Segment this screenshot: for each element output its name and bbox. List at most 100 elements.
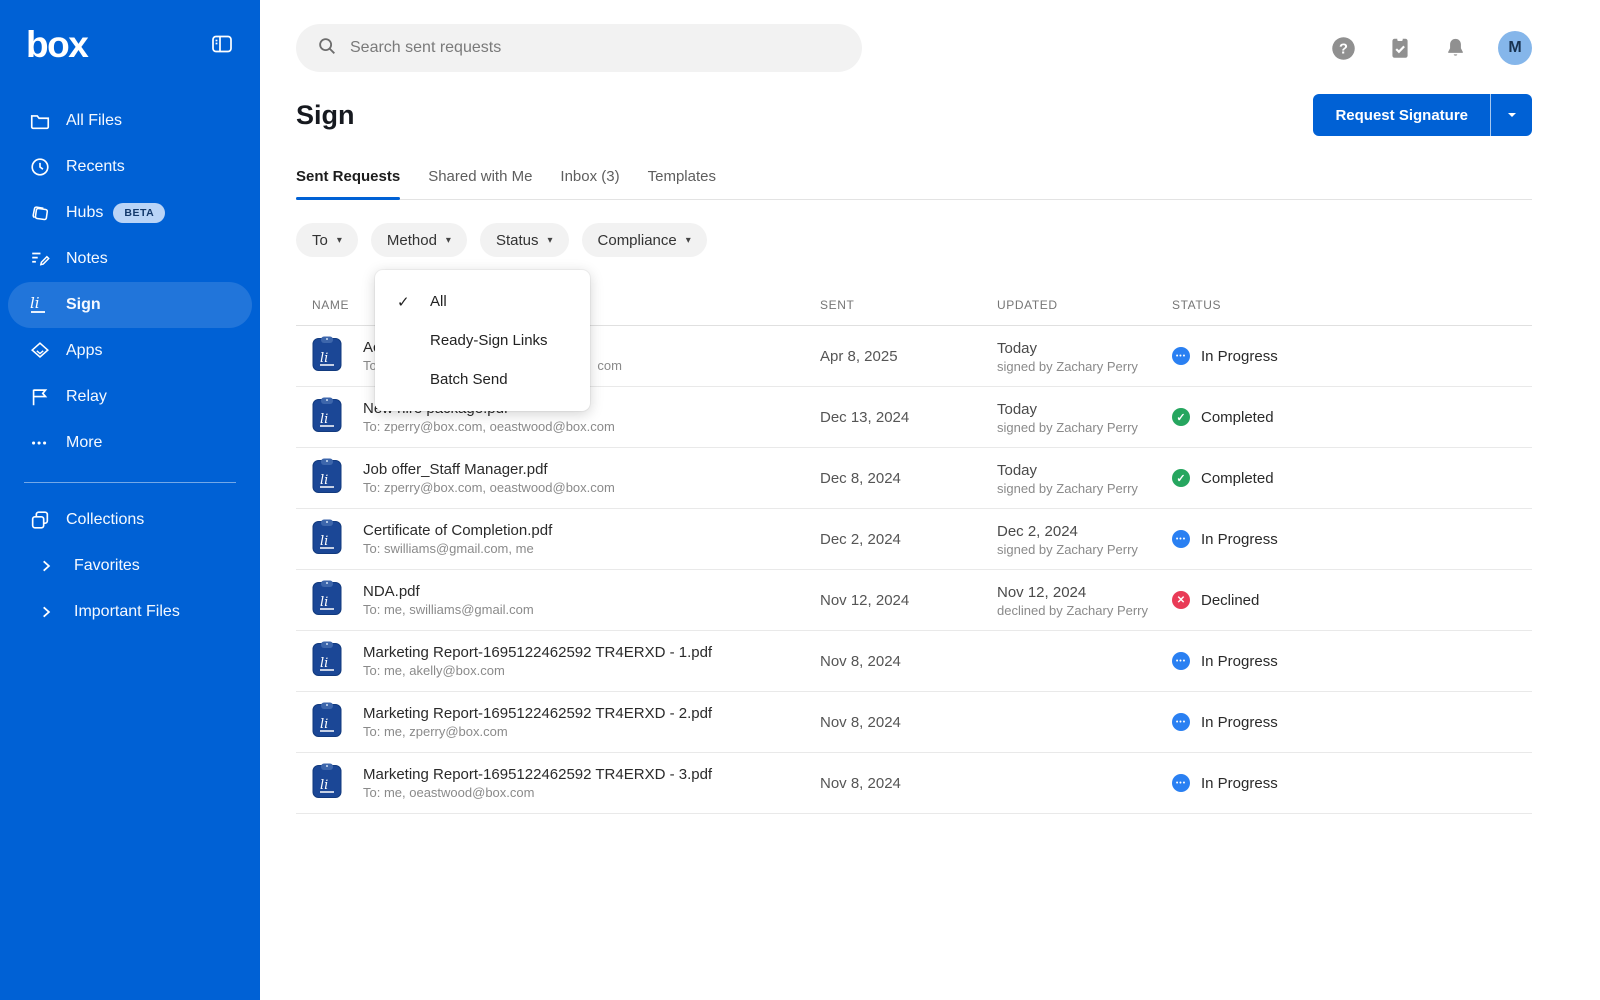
status-badge: Completed	[1201, 470, 1274, 487]
chevron-down-icon: ▾	[686, 235, 691, 246]
sent-date: Nov 8, 2024	[820, 653, 997, 670]
recipients: To: zperry@box.com, oeastwood@box.com	[363, 419, 615, 436]
table-row[interactable]: li Certificate of Completion.pdf To: swi…	[296, 509, 1532, 570]
search-input[interactable]	[350, 39, 842, 57]
sent-date: Dec 8, 2024	[820, 470, 997, 487]
topbar: ? M	[296, 24, 1532, 72]
menu-item-label: Ready-Sign Links	[430, 332, 548, 349]
filter-to[interactable]: To ▾	[296, 223, 358, 257]
request-signature-button[interactable]: Request Signature	[1313, 94, 1491, 136]
updated-detail: signed by Zachary Perry	[997, 481, 1172, 496]
status-icon	[1172, 774, 1190, 792]
sent-date: Apr 8, 2025	[820, 348, 997, 365]
method-dropdown-menu: ✓ All Ready-Sign Links Batch Send	[375, 270, 590, 411]
svg-text:li: li	[320, 473, 328, 488]
sidebar-item-more[interactable]: More	[8, 420, 252, 466]
menu-item-label: All	[430, 293, 447, 310]
help-icon[interactable]: ?	[1330, 35, 1357, 62]
updated-date: Nov 12, 2024	[997, 582, 1172, 604]
recipients: To: zperry@box.com, oeastwood@box.com	[363, 480, 615, 497]
chevron-down-icon: ▾	[337, 235, 342, 246]
table-row[interactable]: li Marketing Report-1695122462592 TR4ERX…	[296, 753, 1532, 814]
table-row[interactable]: li Marketing Report-1695122462592 TR4ERX…	[296, 692, 1532, 753]
more-icon	[28, 431, 52, 455]
menu-item-batch-send[interactable]: Batch Send	[375, 360, 590, 399]
updated-date: Today	[997, 399, 1172, 421]
request-signature-split-button: Request Signature	[1313, 94, 1532, 136]
tab-inbox[interactable]: Inbox (3)	[560, 168, 619, 199]
menu-item-all[interactable]: ✓ All	[375, 282, 590, 321]
tab-sent-requests[interactable]: Sent Requests	[296, 168, 400, 199]
recipients: To: swilliams@gmail.com, me	[363, 541, 552, 558]
main-content: ? M Sign Request Signature	[260, 0, 1600, 1000]
table-row[interactable]: li NDA.pdf To: me, swilliams@gmail.com N…	[296, 570, 1532, 631]
recipients: To: me, zperry@box.com	[363, 724, 712, 741]
search-bar[interactable]	[296, 24, 862, 72]
sidebar: box All Files Recents	[0, 0, 260, 1000]
search-icon	[316, 35, 338, 62]
svg-text:li: li	[30, 294, 40, 312]
svg-text:?: ?	[1339, 41, 1348, 57]
sidebar-item-all-files[interactable]: All Files	[8, 98, 252, 144]
status-icon	[1172, 591, 1190, 609]
sidebar-item-favorites[interactable]: Favorites	[8, 543, 252, 589]
recipients: To: me, oeastwood@box.com	[363, 785, 712, 802]
file-name: Marketing Report-1695122462592 TR4ERXD -…	[363, 642, 712, 664]
sidebar-item-label: Important Files	[74, 603, 180, 621]
status-icon	[1172, 408, 1190, 426]
sidebar-item-label: More	[66, 434, 102, 452]
status-badge: In Progress	[1201, 714, 1278, 731]
apps-icon	[28, 339, 52, 363]
recipients: To: me, akelly@box.com	[363, 663, 712, 680]
filter-compliance[interactable]: Compliance ▾	[582, 223, 707, 257]
updated-date: Dec 2, 2024	[997, 521, 1172, 543]
file-name: Marketing Report-1695122462592 TR4ERXD -…	[363, 764, 712, 786]
status-icon	[1172, 347, 1190, 365]
avatar[interactable]: M	[1498, 31, 1532, 65]
column-header-status: STATUS	[1172, 298, 1532, 312]
sidebar-item-apps[interactable]: Apps	[8, 328, 252, 374]
svg-text:li: li	[320, 534, 328, 549]
sidebar-item-recents[interactable]: Recents	[8, 144, 252, 190]
svg-text:li: li	[320, 351, 328, 366]
updated-date: Today	[997, 338, 1172, 360]
table-row[interactable]: li Job offer_Staff Manager.pdf To: zperr…	[296, 448, 1532, 509]
folder-icon	[28, 109, 52, 133]
filter-label: Status	[496, 232, 539, 249]
sidebar-item-relay[interactable]: Relay	[8, 374, 252, 420]
status-badge: In Progress	[1201, 531, 1278, 548]
relay-icon	[28, 385, 52, 409]
menu-item-ready-sign-links[interactable]: Ready-Sign Links	[375, 321, 590, 360]
tasks-clipboard-icon[interactable]	[1387, 35, 1413, 61]
collapse-sidebar-icon[interactable]	[210, 32, 234, 56]
box-logo[interactable]: box	[26, 26, 87, 63]
sidebar-item-label: Sign	[66, 296, 101, 314]
sidebar-divider	[24, 482, 236, 483]
status-badge: Completed	[1201, 409, 1274, 426]
tab-templates[interactable]: Templates	[648, 168, 716, 199]
clock-icon	[28, 155, 52, 179]
notifications-bell-icon[interactable]	[1443, 36, 1468, 61]
chevron-right-icon	[34, 600, 58, 624]
sidebar-item-hubs[interactable]: Hubs BETA	[8, 190, 252, 236]
sidebar-item-label: Relay	[66, 388, 107, 406]
status-icon	[1172, 530, 1190, 548]
sent-date: Dec 2, 2024	[820, 531, 997, 548]
svg-text:li: li	[320, 656, 328, 671]
sidebar-item-sign[interactable]: li Sign	[8, 282, 252, 328]
sidebar-item-collections[interactable]: Collections	[8, 497, 252, 543]
sidebar-item-important-files[interactable]: Important Files	[8, 589, 252, 635]
filter-status[interactable]: Status ▾	[480, 223, 569, 257]
table-row[interactable]: li Marketing Report-1695122462592 TR4ERX…	[296, 631, 1532, 692]
file-name: Job offer_Staff Manager.pdf	[363, 459, 615, 481]
file-name: Certificate of Completion.pdf	[363, 520, 552, 542]
request-signature-dropdown-button[interactable]	[1491, 94, 1532, 136]
svg-text:li: li	[320, 595, 328, 610]
sign-document-icon: li	[312, 640, 342, 682]
sidebar-item-notes[interactable]: Notes	[8, 236, 252, 282]
svg-text:li: li	[320, 717, 328, 732]
tab-shared-with-me[interactable]: Shared with Me	[428, 168, 532, 199]
sidebar-item-label: Favorites	[74, 557, 140, 575]
filter-method[interactable]: Method ▾	[371, 223, 467, 257]
sidebar-item-label: Recents	[66, 158, 125, 176]
